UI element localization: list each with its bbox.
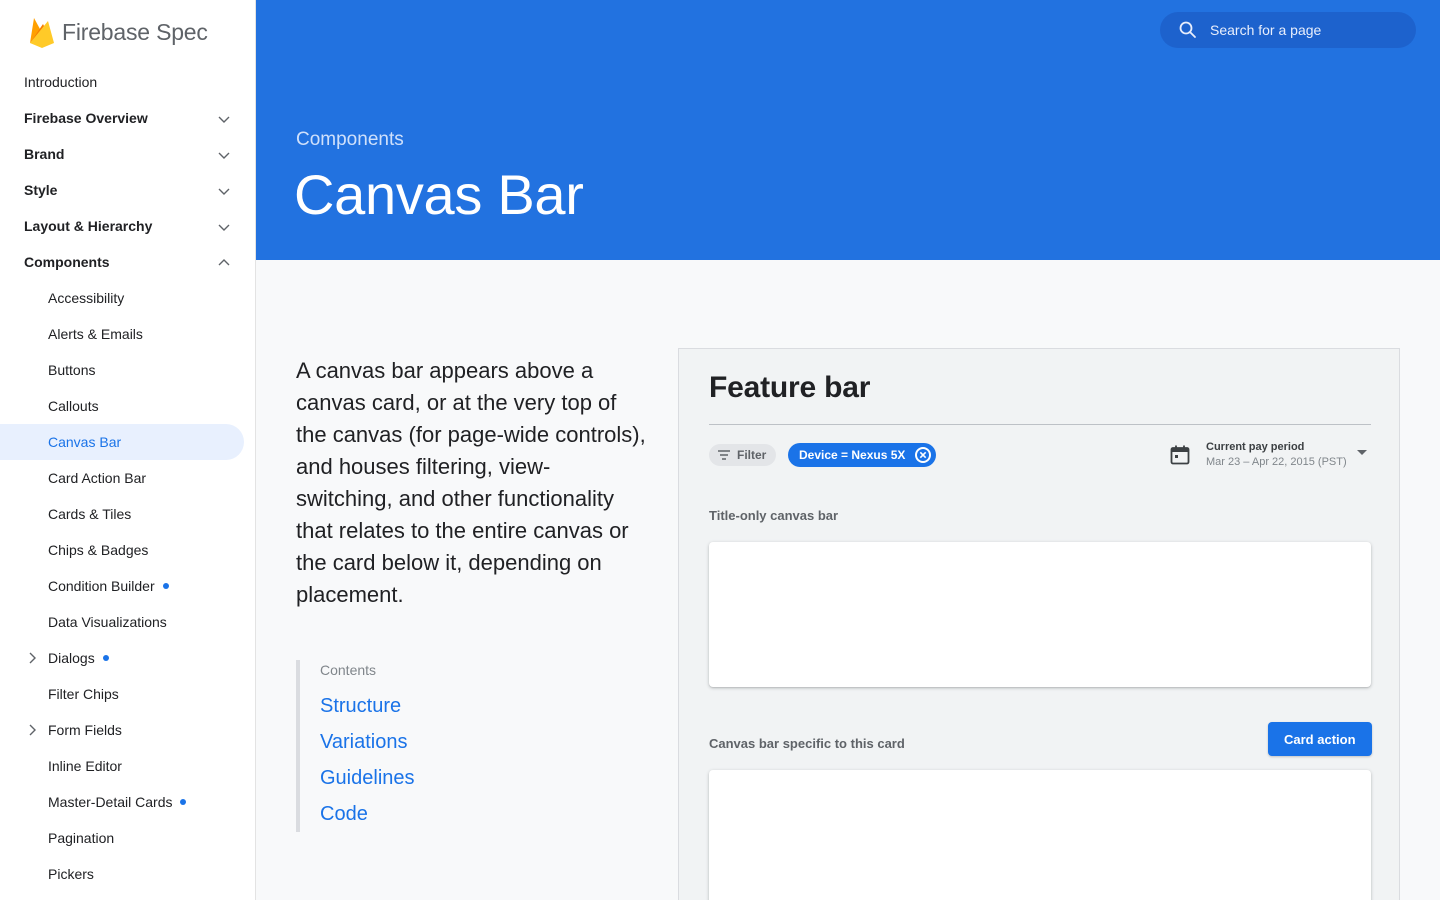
new-indicator-dot <box>162 583 169 589</box>
filter-chip-label: Device = Nexus 5X <box>799 448 906 462</box>
chevron-down-icon[interactable] <box>217 112 231 126</box>
firebase-logo-icon <box>30 18 54 48</box>
toc-link-structure[interactable]: Structure <box>320 688 415 724</box>
toc-link-guidelines[interactable]: Guidelines <box>320 760 415 796</box>
contents-label: Contents <box>320 662 377 678</box>
dropdown-caret-icon <box>1356 450 1367 455</box>
sidebar-item-label: Chips & Badges <box>48 542 149 558</box>
chevron-right-icon[interactable] <box>25 723 39 737</box>
pay-period-range: Mar 23 – Apr 22, 2015 (PST) <box>1206 456 1347 468</box>
sidebar-item-label: Dialogs <box>48 650 95 666</box>
sidebar-nav: Introduction Firebase Overview Brand Style L… <box>0 64 255 892</box>
sidebar-item-label: Style <box>24 182 58 198</box>
sidebar-item-card-action-bar[interactable]: Card Action Bar <box>0 460 255 496</box>
feature-bar-title: Feature bar <box>709 371 871 404</box>
sidebar-item-label: Canvas Bar <box>48 434 122 450</box>
sidebar-item-callouts[interactable]: Callouts <box>0 388 255 424</box>
filter-icon <box>718 450 730 460</box>
sidebar-item-style[interactable]: Style <box>0 172 255 208</box>
search-input[interactable]: Search for a page <box>1160 12 1416 48</box>
sidebar-item-introduction[interactable]: Introduction <box>0 64 255 100</box>
toc-link-code[interactable]: Code <box>320 796 415 832</box>
toc-link-variations[interactable]: Variations <box>320 724 415 760</box>
sidebar: Firebase Spec Introduction Firebase Overv… <box>0 0 256 900</box>
sidebar-item-components[interactable]: Components <box>0 244 255 280</box>
sidebar-item-form-fields[interactable]: Form Fields <box>0 712 255 748</box>
sidebar-item-condition-builder[interactable]: Condition Builder <box>0 568 255 604</box>
chevron-down-icon[interactable] <box>217 220 231 234</box>
chevron-up-icon[interactable] <box>217 256 231 270</box>
sidebar-item-label: Inline Editor <box>48 758 122 774</box>
chevron-down-icon[interactable] <box>217 184 231 198</box>
sidebar-item-label: Condition Builder <box>48 578 155 594</box>
sidebar-item-layout-and-hierarchy[interactable]: Layout & Hierarchy <box>0 208 255 244</box>
sidebar-item-master-detail-cards[interactable]: Master-Detail Cards <box>0 784 255 820</box>
card-specific-label: Canvas bar specific to this card <box>709 736 905 751</box>
sidebar-item-buttons[interactable]: Buttons <box>0 352 255 388</box>
sidebar-item-canvas-bar[interactable]: Canvas Bar <box>0 424 244 460</box>
sidebar-item-alerts-and-emails[interactable]: Alerts & Emails <box>0 316 255 352</box>
sidebar-item-data-visualizations[interactable]: Data Visualizations <box>0 604 255 640</box>
sidebar-item-label: Firebase Overview <box>24 110 148 126</box>
filter-label: Filter <box>737 448 767 462</box>
logo[interactable]: Firebase Spec <box>0 0 255 64</box>
filter-chip[interactable]: Device = Nexus 5X <box>788 443 937 467</box>
page-header: Search for a page Components Canvas Bar <box>256 0 1440 260</box>
chevron-down-icon[interactable] <box>217 148 231 162</box>
new-indicator-dot <box>180 799 187 805</box>
sidebar-item-firebase-overview[interactable]: Firebase Overview <box>0 100 255 136</box>
search-placeholder: Search for a page <box>1210 22 1322 38</box>
sidebar-item-brand[interactable]: Brand <box>0 136 255 172</box>
sidebar-item-label: Filter Chips <box>48 686 119 702</box>
card-action-button[interactable]: Card action <box>1268 722 1372 756</box>
sidebar-item-dialogs[interactable]: Dialogs <box>0 640 255 676</box>
sidebar-item-pagination[interactable]: Pagination <box>0 820 255 856</box>
pay-period-text: Current pay period Mar 23 – Apr 22, 2015… <box>1206 440 1347 470</box>
sidebar-item-label: Data Visualizations <box>48 614 167 630</box>
card-specific-card <box>709 770 1371 900</box>
chevron-right-icon[interactable] <box>25 651 39 665</box>
sidebar-item-label: Pickers <box>48 866 94 882</box>
table-of-contents: Contents Structure Variations Guidelines… <box>296 660 415 832</box>
sidebar-item-label: Cards & Tiles <box>48 506 132 522</box>
sidebar-item-label: Components <box>24 254 110 270</box>
logo-text: Firebase Spec <box>62 18 208 45</box>
sidebar-item-pickers[interactable]: Pickers <box>0 856 255 892</box>
search-icon <box>1179 21 1196 38</box>
new-indicator-dot <box>102 655 109 661</box>
sidebar-item-chips-and-badges[interactable]: Chips & Badges <box>0 532 255 568</box>
filter-button[interactable]: Filter <box>709 444 777 466</box>
sidebar-item-label: Form Fields <box>48 722 122 738</box>
sidebar-item-label: Buttons <box>48 362 96 378</box>
sidebar-item-label: Master-Detail Cards <box>48 794 173 810</box>
sidebar-item-cards-and-tiles[interactable]: Cards & Tiles <box>0 496 255 532</box>
feature-bar-divider <box>709 424 1371 425</box>
title-only-card <box>709 542 1371 687</box>
intro-paragraph: A canvas bar appears above a canvas card… <box>296 358 646 607</box>
chip-close-icon[interactable] <box>914 446 932 464</box>
sidebar-item-label: Pagination <box>48 830 115 846</box>
sidebar-item-label: Alerts & Emails <box>48 326 143 342</box>
title-only-label: Title-only canvas bar <box>709 508 839 523</box>
sidebar-item-label: Card Action Bar <box>48 470 147 486</box>
page-title: Canvas Bar <box>294 163 584 226</box>
sidebar-item-label: Layout & Hierarchy <box>24 218 153 234</box>
sidebar-item-label: Accessibility <box>48 290 125 306</box>
sidebar-item-label: Brand <box>24 146 65 162</box>
sidebar-item-filter-chips[interactable]: Filter Chips <box>0 676 255 712</box>
breadcrumb[interactable]: Components <box>296 129 404 151</box>
sidebar-item-label: Introduction <box>24 74 98 90</box>
pay-period-selector[interactable]: Current pay period Mar 23 – Apr 22, 2015… <box>1169 440 1367 470</box>
pay-period-title: Current pay period <box>1206 441 1305 453</box>
sidebar-item-accessibility[interactable]: Accessibility <box>0 280 255 316</box>
sidebar-item-label: Callouts <box>48 398 99 414</box>
feature-bar-demo: Feature bar Filter Device = Nexus 5X Cur… <box>678 348 1400 900</box>
sidebar-item-inline-editor[interactable]: Inline Editor <box>0 748 255 784</box>
calendar-icon <box>1170 445 1190 465</box>
